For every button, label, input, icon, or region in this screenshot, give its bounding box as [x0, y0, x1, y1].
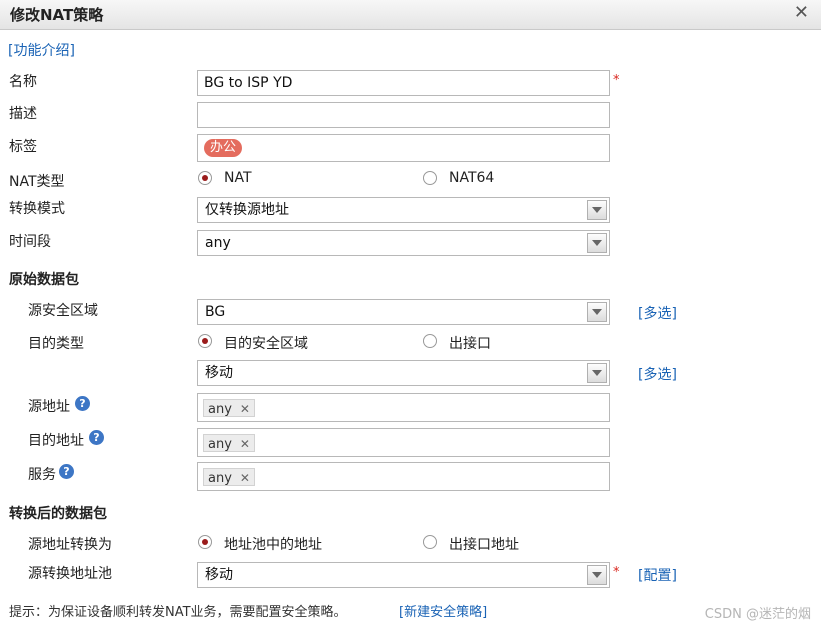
src-zone-select[interactable]: BG — [197, 299, 610, 325]
egress-address-radio[interactable] — [423, 535, 437, 549]
chevron-down-icon[interactable] — [587, 363, 607, 383]
src-addr-input[interactable]: any ✕ — [197, 393, 610, 422]
service-label: 服务 — [28, 467, 56, 483]
original-packet-heading: 原始数据包 — [9, 272, 79, 288]
help-icon[interactable]: ? — [59, 464, 74, 479]
src-pool-required-mark: * — [613, 565, 620, 580]
tag-pill[interactable]: 办公 — [204, 139, 243, 157]
dialog-titlebar: 修改NAT策略 ✕ — [0, 0, 821, 30]
chevron-down-icon[interactable] — [587, 565, 607, 585]
service-input[interactable]: any ✕ — [197, 462, 610, 491]
time-range-label: 时间段 — [9, 234, 51, 250]
nat64-radio-label[interactable]: NAT64 — [449, 170, 494, 186]
dst-zone-value: 移动 — [205, 365, 233, 381]
convert-mode-select[interactable]: 仅转换源地址 — [197, 197, 610, 223]
time-range-select[interactable]: any — [197, 230, 610, 256]
dst-addr-chip-label: any — [208, 437, 232, 452]
description-input[interactable] — [197, 102, 610, 128]
egress-interface-radio-label[interactable]: 出接口 — [449, 333, 491, 353]
nat-type-label: NAT类型 — [9, 174, 65, 190]
src-zone-value: BG — [205, 304, 226, 320]
dst-zone-multi-select-link[interactable]: [多选] — [638, 364, 677, 384]
service-chip-label: any — [208, 471, 232, 486]
tag-label: 标签 — [9, 139, 37, 155]
close-icon[interactable]: ✕ — [240, 402, 250, 416]
convert-mode-value: 仅转换源地址 — [205, 202, 289, 218]
name-required-mark: * — [613, 73, 620, 88]
description-label: 描述 — [9, 106, 37, 122]
name-input[interactable]: BG to ISP YD — [197, 70, 610, 96]
nat64-radio[interactable] — [423, 171, 437, 185]
src-pool-value: 移动 — [205, 567, 233, 583]
convert-mode-label: 转换模式 — [9, 201, 65, 217]
name-label: 名称 — [9, 74, 37, 90]
src-pool-select[interactable]: 移动 — [197, 562, 610, 588]
dialog-title: 修改NAT策略 — [10, 6, 104, 24]
egress-address-radio-label[interactable]: 出接口地址 — [449, 534, 519, 554]
dst-zone-radio[interactable] — [198, 334, 212, 348]
footer-hint: 提示：为保证设备顺利转发NAT业务，需要配置安全策略。 — [9, 605, 347, 620]
src-pool-label: 源转换地址池 — [28, 566, 112, 582]
dst-addr-input[interactable]: any ✕ — [197, 428, 610, 457]
dst-zone-radio-label[interactable]: 目的安全区域 — [224, 333, 308, 353]
src-zone-label: 源安全区域 — [28, 303, 98, 319]
src-addr-chip: any ✕ — [203, 399, 255, 417]
feature-intro-link[interactable]: [功能介绍] — [8, 40, 75, 60]
dst-zone-select[interactable]: 移动 — [197, 360, 610, 386]
help-icon[interactable]: ? — [89, 430, 104, 445]
src-addr-label: 源地址 — [28, 399, 70, 415]
nat-radio[interactable] — [198, 171, 212, 185]
src-pool-config-link[interactable]: [配置] — [638, 565, 677, 585]
tag-input[interactable]: 办公 — [197, 134, 610, 162]
egress-interface-radio[interactable] — [423, 334, 437, 348]
pool-address-radio-label[interactable]: 地址池中的地址 — [224, 534, 322, 554]
dst-type-label: 目的类型 — [28, 336, 84, 352]
close-icon[interactable]: ✕ — [794, 2, 809, 23]
translated-packet-heading: 转换后的数据包 — [9, 506, 107, 522]
service-chip: any ✕ — [203, 468, 255, 486]
chevron-down-icon[interactable] — [587, 233, 607, 253]
dst-addr-label: 目的地址 — [28, 433, 84, 449]
src-translate-label: 源地址转换为 — [28, 537, 112, 553]
help-icon[interactable]: ? — [75, 396, 90, 411]
src-addr-chip-label: any — [208, 402, 232, 417]
new-security-policy-link[interactable]: [新建安全策略] — [399, 601, 487, 620]
close-icon[interactable]: ✕ — [240, 471, 250, 485]
close-icon[interactable]: ✕ — [240, 437, 250, 451]
time-range-value: any — [205, 235, 231, 251]
dst-addr-chip: any ✕ — [203, 434, 255, 452]
src-zone-multi-select-link[interactable]: [多选] — [638, 303, 677, 323]
chevron-down-icon[interactable] — [587, 200, 607, 220]
nat-radio-label[interactable]: NAT — [224, 170, 252, 186]
chevron-down-icon[interactable] — [587, 302, 607, 322]
watermark: CSDN @迷茫的烟 — [704, 607, 811, 622]
pool-address-radio[interactable] — [198, 535, 212, 549]
